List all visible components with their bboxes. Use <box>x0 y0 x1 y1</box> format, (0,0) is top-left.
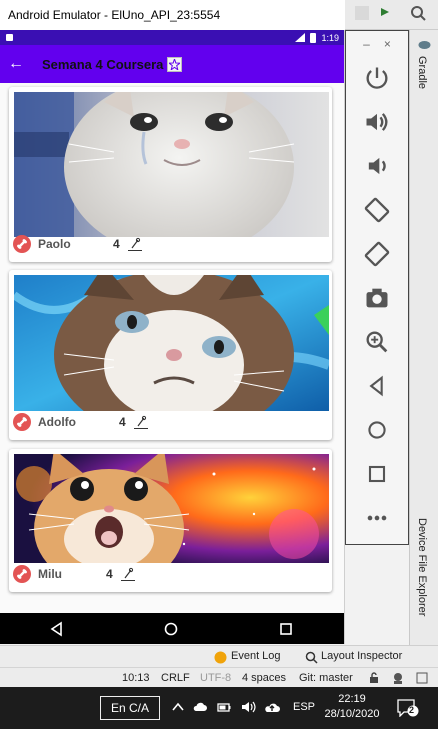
ide-toolbar-top <box>345 0 438 30</box>
pet-info-row: Adolfo 4 <box>9 409 332 435</box>
nav-overview-icon[interactable] <box>276 619 296 639</box>
pet-card: Paolo 4 <box>9 87 332 262</box>
ide-tool-window-bar: Event Log Layout Inspector <box>0 645 438 667</box>
cloud-icon[interactable] <box>192 699 208 715</box>
minimize-button[interactable]: – <box>363 37 370 51</box>
pet-card: Adolfo 4 <box>9 270 332 440</box>
app-toolbar: ← Semana 4 Coursera <box>0 45 344 83</box>
ide-status-bar: 10:13 CRLF UTF-8 4 spaces Git: master <box>0 667 438 687</box>
clock-date: 28/10/2020 <box>324 708 380 720</box>
clock-time: 22:19 <box>338 693 366 705</box>
rotate-left-icon[interactable] <box>363 196 391 224</box>
pet-info-row: Milu 4 <box>9 561 332 587</box>
upload-cloud-icon[interactable] <box>264 699 280 715</box>
nav-home-icon[interactable] <box>161 619 181 639</box>
power-icon[interactable] <box>363 64 391 92</box>
pet-photo-crying-cat <box>14 92 329 237</box>
volume-up-icon[interactable] <box>363 108 391 136</box>
caret-position[interactable]: 10:13 <box>122 672 150 684</box>
inspector-icon[interactable] <box>391 671 405 685</box>
back-icon[interactable] <box>363 372 391 400</box>
zoom-icon[interactable] <box>363 328 391 356</box>
star-icon <box>169 58 181 70</box>
notification-count: 2 <box>409 705 415 715</box>
ide-toolbar-icons <box>355 6 426 21</box>
pet-photo-surprised-cat-space <box>14 454 329 563</box>
battery-icon <box>310 32 317 43</box>
camera-icon[interactable] <box>363 284 391 312</box>
bone-rating-icon <box>134 415 148 429</box>
clock[interactable]: 22:19 28/10/2020 <box>322 692 382 722</box>
home-icon[interactable] <box>363 416 391 444</box>
layout-inspector-tab[interactable]: Layout Inspector <box>321 650 402 662</box>
side-panel-header: – × <box>346 31 408 57</box>
layout-inspector-icon <box>305 651 318 664</box>
file-encoding[interactable]: UTF-8 <box>200 672 231 684</box>
close-button[interactable]: × <box>384 37 391 51</box>
pet-info-row: Paolo 4 <box>9 231 332 257</box>
pet-name: Adolfo <box>38 415 76 429</box>
bone-rating-icon <box>128 237 142 251</box>
pet-photo-grumpy-cat <box>14 275 329 411</box>
android-nav-bar <box>0 613 344 644</box>
pet-list[interactable]: Paolo 4 Adolfo 4 Milu 4 <box>0 83 344 613</box>
android-screen: 1:19 ← Semana 4 Coursera Paolo 4 Adolfo … <box>0 30 345 644</box>
toolbar-title: Semana 4 Coursera <box>42 56 164 72</box>
line-separator[interactable]: CRLF <box>161 672 190 684</box>
pet-card: Milu 4 <box>9 449 332 592</box>
gradle-icon <box>418 41 431 49</box>
overview-icon[interactable] <box>363 460 391 488</box>
bone-rating-icon <box>121 567 135 581</box>
emulator-window-title: Android Emulator - ElUno_API_23:5554 <box>0 0 345 30</box>
event-log-tab[interactable]: Event Log <box>231 650 281 662</box>
pet-likes: 4 <box>106 567 113 581</box>
pet-name: Milu <box>38 567 62 581</box>
bone-icon[interactable] <box>13 413 31 431</box>
favorites-button[interactable] <box>167 56 183 72</box>
memory-indicator-icon[interactable] <box>416 672 428 684</box>
language-indicator[interactable]: ESP <box>293 701 315 713</box>
event-log-icon <box>214 651 227 664</box>
nav-back-icon[interactable] <box>47 619 67 639</box>
volume-down-icon[interactable] <box>363 152 391 180</box>
device-file-explorer-tab[interactable]: Device File Explorer <box>416 518 428 616</box>
notification-icon <box>6 34 13 41</box>
signal-icon <box>295 33 306 42</box>
status-bar: 1:19 <box>0 30 344 45</box>
ide-right-toolstrip: Gradle Device File Explorer <box>409 30 438 645</box>
windows-taskbar: En C/A ESP 22:19 28/10/2020 2 <box>0 687 438 729</box>
bone-icon[interactable] <box>13 235 31 253</box>
notification-center-icon[interactable] <box>397 699 419 717</box>
pet-likes: 4 <box>113 237 120 251</box>
back-arrow-icon[interactable]: ← <box>0 55 32 73</box>
lock-icon[interactable] <box>368 672 380 684</box>
pet-likes: 4 <box>119 415 126 429</box>
git-branch[interactable]: Git: master <box>299 672 353 684</box>
emulator-side-panel: – × <box>345 30 409 545</box>
input-method-indicator[interactable]: En C/A <box>100 696 160 720</box>
gradle-tab[interactable]: Gradle <box>416 56 428 89</box>
run-icon <box>381 8 389 16</box>
rotate-right-icon[interactable] <box>363 240 391 268</box>
status-time: 1:19 <box>321 32 339 43</box>
pet-name: Paolo <box>38 237 71 251</box>
more-icon[interactable] <box>363 504 391 532</box>
speaker-icon[interactable] <box>240 699 256 715</box>
indent-setting[interactable]: 4 spaces <box>242 672 286 684</box>
chevron-up-icon[interactable] <box>170 699 186 715</box>
battery-tray-icon[interactable] <box>216 699 232 715</box>
bone-icon[interactable] <box>13 565 31 583</box>
